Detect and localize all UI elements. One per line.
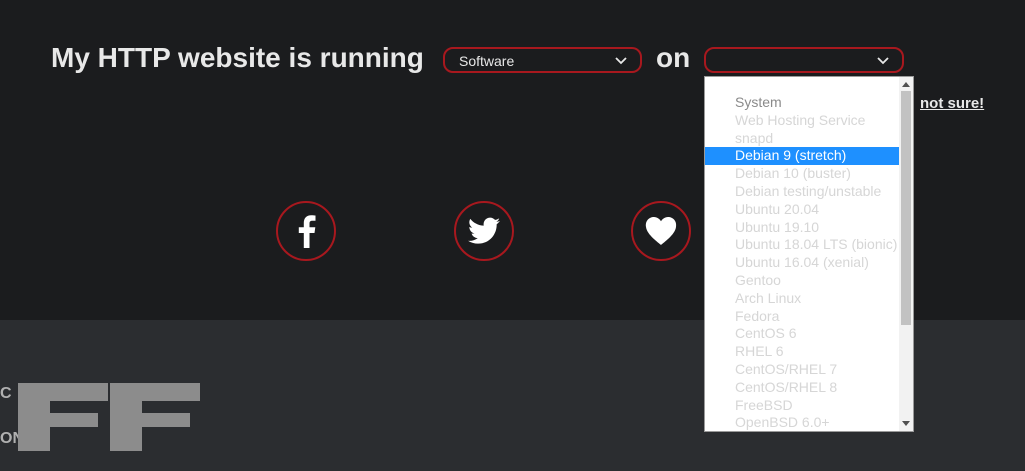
dropdown-option[interactable]: Debian testing/unstable — [705, 183, 899, 201]
heart-icon — [645, 217, 677, 245]
dropdown-option[interactable]: Ubuntu 16.04 (xenial) — [705, 254, 899, 272]
dropdown-option[interactable]: OpenBSD 6.0+ — [705, 414, 899, 431]
chevron-down-icon — [877, 57, 889, 65]
dropdown-option[interactable]: CentOS/RHEL 8 — [705, 379, 899, 397]
dropdown-option[interactable]: CentOS 6 — [705, 325, 899, 343]
dropdown-options: System Web Hosting Service snapd Debian 9 … — [705, 94, 899, 431]
facebook-icon — [298, 215, 316, 248]
footer-logo-icon — [18, 383, 200, 451]
not-sure-link[interactable]: not sure! — [920, 95, 984, 112]
dropdown-option[interactable]: Gentoo — [705, 272, 899, 290]
dropdown-option[interactable]: FreeBSD — [705, 397, 899, 415]
dropdown-option[interactable]: Fedora — [705, 308, 899, 326]
scroll-down-arrow-icon[interactable] — [902, 421, 910, 426]
dropdown-scrollbar[interactable] — [899, 77, 913, 431]
dropdown-option[interactable]: Ubuntu 19.10 — [705, 219, 899, 237]
twitter-icon — [468, 217, 500, 244]
dropdown-option[interactable]: CentOS/RHEL 7 — [705, 361, 899, 379]
software-select-value: Software — [459, 53, 515, 69]
dropdown-option[interactable]: Debian 10 (buster) — [705, 165, 899, 183]
dropdown-option[interactable]: Arch Linux — [705, 290, 899, 308]
dropdown-option[interactable]: RHEL 6 — [705, 343, 899, 361]
facebook-share-button[interactable] — [276, 201, 336, 261]
dropdown-group-header: System — [735, 94, 782, 110]
headline-on-text: on — [656, 42, 691, 73]
scrollbar-thumb[interactable] — [901, 91, 911, 325]
os-dropdown-list[interactable]: System Web Hosting Service snapd Debian 9 … — [704, 76, 914, 432]
footer-logo-text-top: C — [0, 385, 12, 402]
dropdown-option[interactable]: Ubuntu 20.04 — [705, 201, 899, 219]
dropdown-option[interactable]: Debian 9 (stretch) — [705, 147, 899, 166]
scroll-up-arrow-icon[interactable] — [902, 82, 910, 87]
twitter-share-button[interactable] — [454, 201, 514, 261]
os-select[interactable] — [704, 47, 904, 73]
page-title: My HTTP website is running — [51, 42, 424, 73]
software-select[interactable]: Software — [443, 47, 642, 73]
chevron-down-icon — [615, 57, 627, 65]
dropdown-option[interactable]: Web Hosting Service — [705, 112, 899, 130]
dropdown-option[interactable]: Ubuntu 18.04 LTS (bionic) — [705, 236, 899, 254]
favorite-button[interactable] — [631, 201, 691, 261]
dropdown-option[interactable]: snapd — [705, 130, 899, 148]
